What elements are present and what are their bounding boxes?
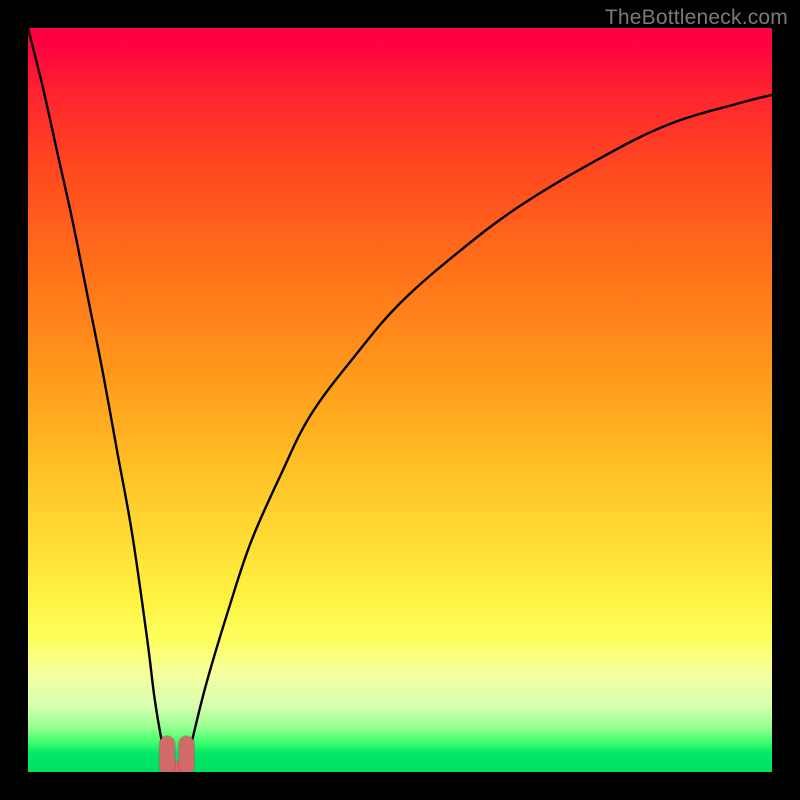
- bottleneck-curve: [28, 28, 772, 772]
- curve-right-branch: [186, 95, 772, 765]
- chart-frame: TheBottleneck.com: [0, 0, 800, 800]
- plot-area: [28, 28, 772, 772]
- watermark-text: TheBottleneck.com: [605, 6, 788, 30]
- curve-left-branch: [28, 28, 167, 765]
